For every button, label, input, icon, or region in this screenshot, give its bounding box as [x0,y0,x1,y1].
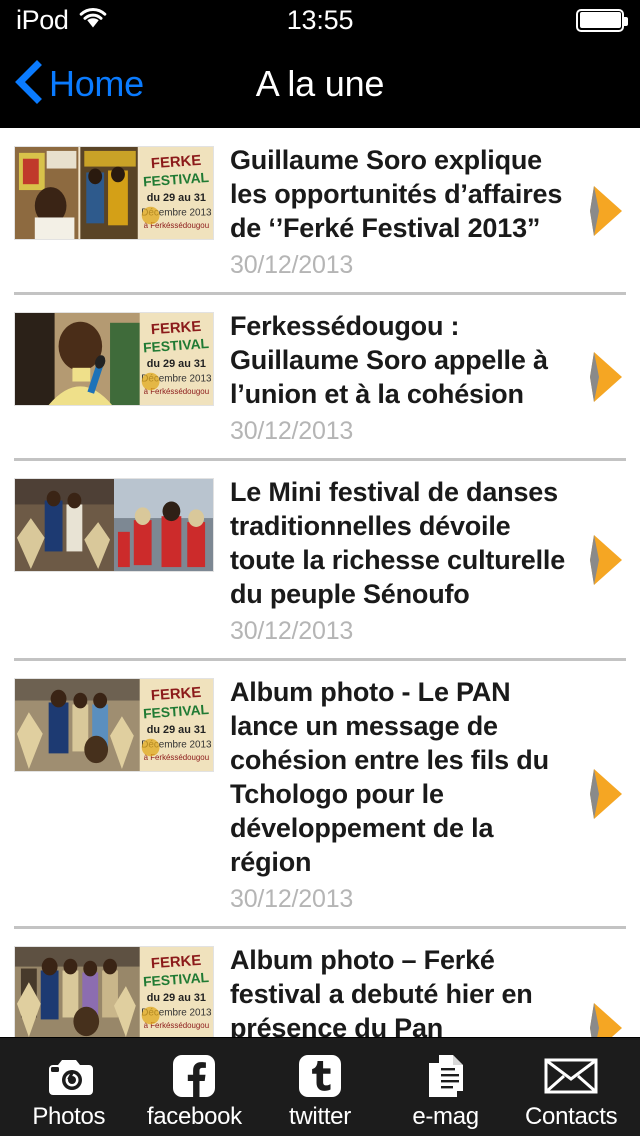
article-title: Ferkessédougou : Guillaume Soro appelle … [230,311,548,410]
article-thumbnail: FERKE FESTIVAL du 29 au 31 Décembre 2013… [14,312,214,407]
group-dancers-ferke-festival-poster: FERKE FESTIVAL du 29 au 31 Décembre 2013… [15,679,213,772]
tab-emag[interactable]: e-mag [383,1038,509,1136]
article-date: 30/12/2013 [230,885,354,914]
chevron-right-icon[interactable] [590,767,624,821]
chevron-right-icon[interactable] [590,350,624,404]
crowd-dancers-ferke-festival-poster: FERKE FESTIVAL du 29 au 31 Décembre 2013… [15,947,213,1037]
list-item[interactable]: FERKE FESTIVAL du 29 au 31 Décembre 2013… [14,929,626,1037]
carrier-label: iPod [16,4,69,35]
chevron-left-icon [14,59,42,109]
tab-photos[interactable]: Photos [6,1038,132,1136]
svg-text:du 29 au 31: du 29 au 31 [147,724,206,736]
article-body: Guillaume Soro explique les opportunités… [230,143,626,280]
twitter-icon [298,1053,342,1099]
traditional-dancers-red-costumes [15,479,213,572]
camera-icon [43,1053,95,1099]
back-button[interactable]: Home [14,59,144,109]
tab-contacts[interactable]: Contacts [508,1038,634,1136]
list-item[interactable]: Le Mini festival de danses traditionnell… [14,461,626,662]
article-body: Ferkessédougou : Guillaume Soro appelle … [230,309,626,446]
status-bar: iPod 13:55 [0,0,640,40]
list-item[interactable]: FERKE FESTIVAL du 29 au 31 Décembre 2013… [14,129,626,296]
article-body: Album photo - Le PAN lance un message de… [230,675,626,914]
tab-photos-label: Photos [32,1103,106,1130]
portrait-man-yellow-shirt-microphone-poster: FERKE FESTIVAL du 29 au 31 Décembre 2013… [15,313,213,406]
list-item[interactable]: FERKE FESTIVAL du 29 au 31 Décembre 2013… [14,295,626,462]
tab-twitter[interactable]: twitter [257,1038,383,1136]
article-date: 30/12/2013 [230,251,354,280]
wifi-icon [78,7,108,34]
chevron-right-icon[interactable] [590,1001,624,1037]
article-date: 30/12/2013 [230,617,354,646]
collage-ferke-festival-poster: FERKE FESTIVAL du 29 au 31 Décembre 2013… [15,147,213,239]
back-button-label: Home [49,63,144,104]
article-list[interactable]: FERKE FESTIVAL du 29 au 31 Décembre 2013… [0,128,640,1037]
status-bar-right [576,8,628,32]
documents-icon [423,1053,469,1099]
tab-contacts-label: Contacts [525,1103,618,1130]
svg-text:du 29 au 31: du 29 au 31 [147,992,206,1004]
chevron-right-icon[interactable] [590,533,624,587]
article-thumbnail: FERKE FESTIVAL du 29 au 31 Décembre 2013… [14,678,214,773]
svg-text:du 29 au 31: du 29 au 31 [147,358,206,370]
article-title: Album photo - Le PAN lance un message de… [230,677,549,878]
facebook-icon [172,1053,216,1099]
chevron-right-icon[interactable] [590,184,624,238]
battery-full-icon [576,8,628,32]
envelope-icon [544,1053,598,1099]
article-thumbnail: FERKE FESTIVAL du 29 au 31 Décembre 2013… [14,146,214,240]
tab-twitter-label: twitter [289,1103,351,1130]
article-body: Le Mini festival de danses traditionnell… [230,475,626,646]
tab-bar: Photos facebook twitter e-mag Contacts [0,1037,640,1136]
article-title: Album photo – Ferké festival a debuté hi… [230,945,533,1037]
tab-facebook[interactable]: facebook [132,1038,258,1136]
app-screen: iPod 13:55 Home A la une FERKE FESTIVAL … [0,0,640,1136]
navigation-bar: Home A la une [0,40,640,128]
article-date: 30/12/2013 [230,417,354,446]
article-thumbnail: FERKE FESTIVAL du 29 au 31 Décembre 2013… [14,946,214,1037]
svg-text:du 29 au 31: du 29 au 31 [147,192,206,204]
tab-emag-label: e-mag [412,1103,479,1130]
article-thumbnail [14,478,214,573]
article-title: Guillaume Soro explique les opportunités… [230,145,563,244]
status-bar-left: iPod [16,4,108,35]
tab-facebook-label: facebook [146,1103,242,1130]
article-title: Le Mini festival de danses traditionnell… [230,477,566,610]
list-item[interactable]: FERKE FESTIVAL du 29 au 31 Décembre 2013… [14,661,626,930]
article-body: Album photo – Ferké festival a debuté hi… [230,943,626,1037]
